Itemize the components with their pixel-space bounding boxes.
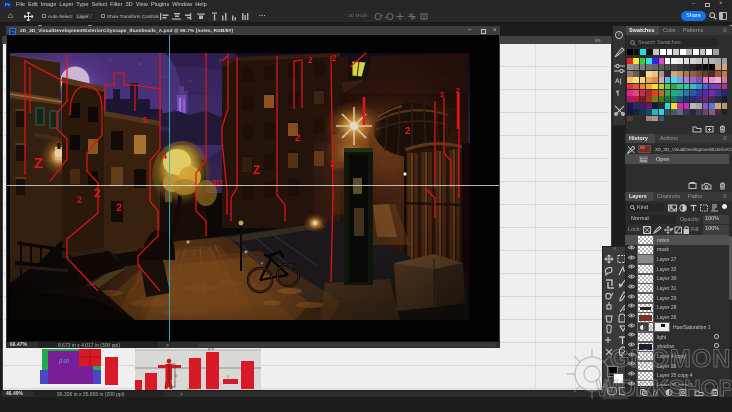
svg-text:2: 2 — [116, 202, 122, 214]
svg-text:5: 5 — [143, 116, 148, 125]
svg-text:Z: Z — [253, 163, 260, 177]
svg-text:2: 2 — [332, 54, 337, 63]
svg-text:6': 6' — [175, 374, 178, 378]
svg-text:3': 3' — [227, 375, 230, 379]
svg-text:4: 4 — [162, 151, 167, 161]
svg-text:Z: Z — [34, 155, 43, 172]
svg-text:3: 3 — [440, 92, 444, 99]
svg-text:β-10: β-10 — [58, 359, 69, 365]
svg-text:2: 2 — [77, 195, 82, 205]
svg-text:WORKSHOP: WORKSHOP — [596, 375, 732, 401]
svg-text:GNOMON: GNOMON — [610, 345, 731, 373]
svg-text:2: 2 — [456, 88, 460, 95]
svg-text:2: 2 — [330, 159, 335, 169]
svg-text:3|2: 3|2 — [212, 179, 224, 188]
svg-text:2: 2 — [94, 186, 101, 200]
svg-text:2: 2 — [405, 126, 411, 137]
svg-text:2: 2 — [308, 56, 313, 65]
svg-text:2: 2 — [295, 133, 301, 144]
